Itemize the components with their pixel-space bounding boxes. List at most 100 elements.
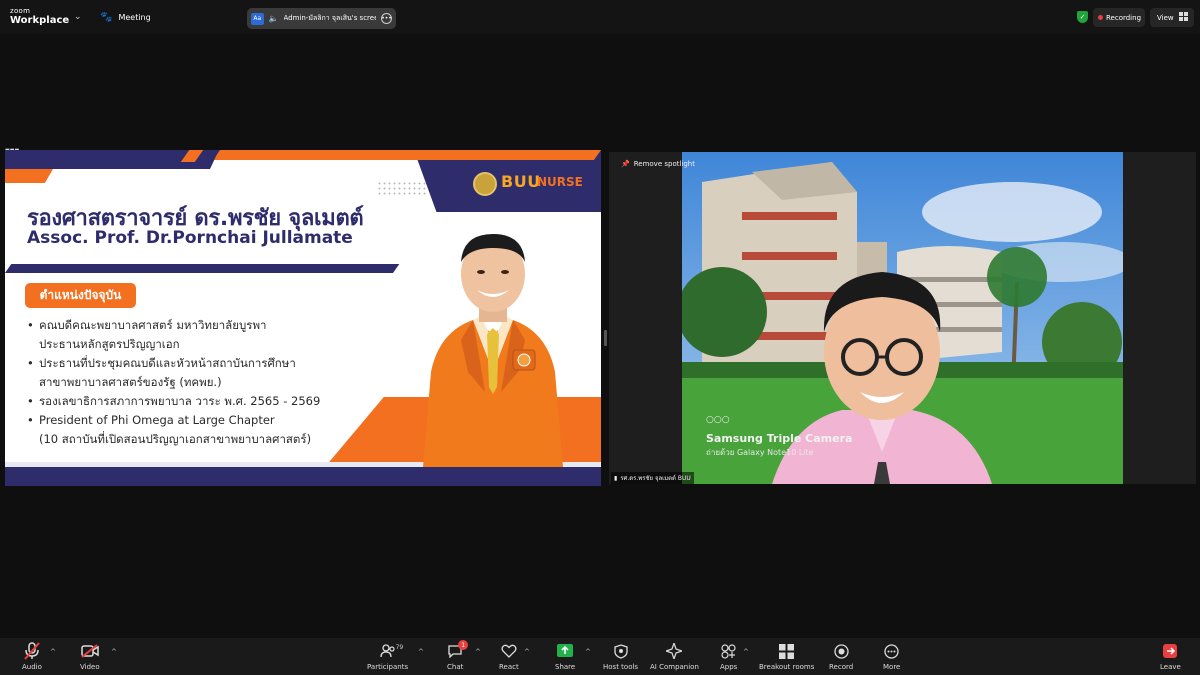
- chat-label: Chat: [447, 663, 464, 671]
- apps-button[interactable]: Apps: [720, 642, 737, 671]
- microphone-muted-icon: [24, 642, 40, 660]
- audio-button[interactable]: Audio: [22, 642, 42, 671]
- meeting-info-button[interactable]: 🐾 Meeting: [100, 12, 151, 23]
- buu-nurse-logo: BUU NURSE: [445, 160, 601, 212]
- host-tools-button[interactable]: Host tools: [603, 642, 638, 671]
- more-options-icon[interactable]: •••: [381, 13, 392, 24]
- slide-divider-bar: [5, 264, 400, 273]
- position-item: คณบดีคณะพยาบาลศาสตร์ มหาวิทยาลัยบูรพา: [27, 316, 347, 335]
- audio-options-chevron-icon[interactable]: ^: [50, 648, 56, 656]
- view-label: View: [1157, 13, 1174, 22]
- participants-icon: 79: [379, 642, 403, 660]
- pin-icon: 📌: [621, 160, 630, 168]
- participants-label: Participants: [367, 663, 409, 671]
- shared-screen-slide: BUU NURSE รองศาสตราจารย์ ดร.พรชัย จุลเมต…: [5, 150, 601, 486]
- camera-off-icon: [81, 642, 99, 660]
- record-icon: [833, 642, 849, 660]
- position-item: รองเลขาธิการสภาการพยาบาล วาระ พ.ศ. 2565 …: [27, 392, 347, 411]
- screen-share-pill[interactable]: Aa 🔈 Admin-มัลลิกา จุลเสิน's scree •••: [247, 8, 396, 29]
- logo-buu-text: BUU: [501, 172, 541, 191]
- video-letterbox-right: [1123, 152, 1196, 484]
- chat-button[interactable]: 1 Chat: [447, 640, 469, 671]
- more-button[interactable]: More: [883, 642, 900, 671]
- audio-label: Audio: [22, 663, 42, 671]
- position-item: ประธานที่ประชุมคณบดีและหัวหน้าสถาบันการศ…: [27, 354, 347, 373]
- top-bar: zoom Workplace ⌄ 🐾 Meeting Aa 🔈 Admin-มั…: [0, 0, 1200, 34]
- leave-icon: [1162, 642, 1178, 660]
- remove-spotlight-label: Remove spotlight: [633, 160, 695, 168]
- apps-label: Apps: [720, 663, 738, 671]
- chat-icon: 1: [447, 640, 469, 660]
- share-label: Share: [555, 663, 576, 671]
- speaker-icon: 🔈: [268, 14, 279, 23]
- share-button[interactable]: Share: [555, 642, 575, 671]
- security-shield-icon[interactable]: ✓: [1077, 11, 1088, 23]
- professor-photo: [423, 234, 563, 467]
- apps-options-chevron-icon[interactable]: ^: [743, 648, 749, 656]
- video-options-chevron-icon[interactable]: ^: [111, 648, 117, 656]
- participants-button[interactable]: 79 Participants: [367, 642, 408, 671]
- participant-video-tile[interactable]: 📌 Remove spotlight ○○○ Samsung Triple Ca…: [609, 152, 1196, 484]
- meeting-label: Meeting: [118, 13, 151, 22]
- camera-watermark-subtitle: ถ่ายด้วย Galaxy Note10 Lite: [706, 448, 814, 457]
- signal-bars-icon: ▮: [614, 474, 618, 482]
- split-drag-handle[interactable]: [604, 330, 607, 346]
- leave-label: Leave: [1160, 663, 1181, 671]
- more-dots-icon: [884, 642, 899, 660]
- recording-label: Recording: [1106, 13, 1142, 22]
- sparkle-icon: [666, 642, 683, 660]
- view-grid-icon: [1178, 12, 1188, 23]
- ai-companion-button[interactable]: AI Companion: [650, 642, 699, 671]
- position-item: ประธานหลักสูตรปริญญาเอก: [39, 337, 180, 351]
- slide-dot-pattern: [377, 181, 427, 197]
- host-tools-label: Host tools: [603, 663, 639, 671]
- record-button[interactable]: Record: [829, 642, 853, 671]
- position-item: President of Phi Omega at Large Chapter: [27, 411, 347, 430]
- shield-icon: [613, 642, 628, 660]
- share-screen-icon: [557, 642, 574, 660]
- chat-unread-badge: 1: [458, 640, 469, 650]
- share-owner-text: Admin-มัลลิกา จุลเสิน's scree: [283, 14, 377, 22]
- react-button[interactable]: React: [499, 642, 519, 671]
- more-label: More: [883, 663, 901, 671]
- slide-english-name: Assoc. Prof. Dr.Pornchai Jullamate: [27, 228, 353, 248]
- video-button[interactable]: Video: [80, 642, 100, 671]
- recording-indicator[interactable]: Recording: [1093, 8, 1145, 27]
- meeting-toolbar: Audio ^ Video ^ 79 Participants ^ 1 Chat…: [0, 638, 1200, 675]
- recording-dot-icon: [1098, 15, 1103, 20]
- chevron-down-icon[interactable]: ⌄: [74, 12, 82, 22]
- zoom-workplace-logo[interactable]: zoom Workplace: [10, 8, 69, 26]
- university-seal-icon: [473, 172, 497, 196]
- apps-icon: [721, 642, 736, 660]
- view-button[interactable]: View: [1150, 8, 1194, 27]
- breakout-rooms-label: Breakout rooms: [759, 663, 815, 671]
- video-label: Video: [80, 663, 100, 671]
- breakout-grid-icon: [779, 642, 795, 660]
- position-item: สาขาพยาบาลศาสตร์ของรัฐ (ทคพย.): [39, 375, 222, 389]
- participants-options-chevron-icon[interactable]: ^: [418, 648, 424, 656]
- react-options-chevron-icon[interactable]: ^: [524, 648, 530, 656]
- current-position-badge: ตำแหน่งปัจจุบัน: [25, 283, 136, 308]
- font-aa-icon: Aa: [251, 12, 264, 25]
- leave-button[interactable]: Leave: [1160, 642, 1181, 671]
- remove-spotlight-button[interactable]: 📌 Remove spotlight: [621, 160, 695, 168]
- share-options-chevron-icon[interactable]: ^: [585, 648, 591, 656]
- chat-options-chevron-icon[interactable]: ^: [475, 648, 481, 656]
- slide-bottom-band: [5, 467, 601, 486]
- ai-companion-label: AI Companion: [650, 663, 699, 671]
- camera-watermark-mark: ○○○: [706, 415, 730, 425]
- position-item: (10 สถาบันที่เปิดสอนปริญญาเอกสาขาพยาบาลศ…: [39, 432, 312, 446]
- slide-orange-band-left: [5, 169, 54, 183]
- participant-name: รศ.ดร.พรชัย จุลเมตต์ BUU: [620, 475, 691, 482]
- react-label: React: [499, 663, 519, 671]
- participants-count: 79: [395, 644, 404, 651]
- video-letterbox-left: [609, 152, 682, 484]
- position-list: คณบดีคณะพยาบาลศาสตร์ มหาวิทยาลัยบูรพา ปร…: [27, 316, 347, 449]
- heart-icon: [501, 642, 517, 660]
- breakout-rooms-button[interactable]: Breakout rooms: [759, 642, 814, 671]
- slide-orange-band: [212, 150, 601, 160]
- meeting-paw-icon: 🐾: [100, 12, 113, 23]
- logo-nurse-text: NURSE: [537, 175, 583, 189]
- record-label: Record: [829, 663, 854, 671]
- participant-name-tag: ▮ รศ.ดร.พรชัย จุลเมตต์ BUU: [611, 472, 694, 484]
